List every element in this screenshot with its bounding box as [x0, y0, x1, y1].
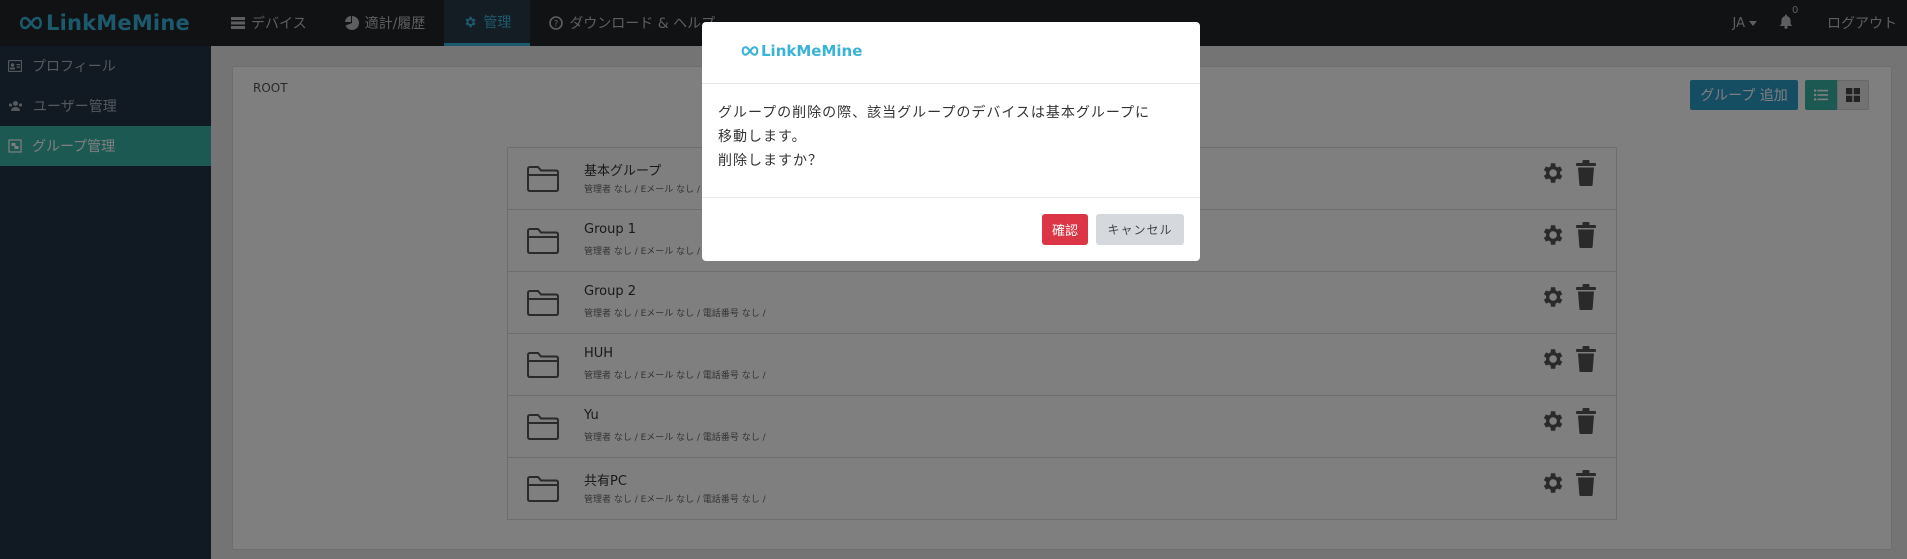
dialog-message-line: グループの削除の際、該当グループのデバイスは基本グループに: [718, 105, 1151, 121]
dialog-message-line: 削除しますか？: [718, 153, 823, 169]
dialog-message-line: 移動します。: [718, 129, 807, 145]
dialog-body: グループの削除の際、該当グループのデバイスは基本グループに 移動します。 削除し…: [702, 84, 1200, 198]
delete-group-confirm-dialog: LinkMeMine グループの削除の際、該当グループのデバイスは基本グループに…: [702, 22, 1200, 261]
infinity-logo-icon: [741, 46, 759, 56]
cancel-button[interactable]: キャンセル: [1096, 214, 1184, 245]
dialog-logo: LinkMeMine: [740, 42, 862, 60]
dialog-logo-text: LinkMeMine: [761, 42, 863, 60]
dialog-footer: 確認 キャンセル: [702, 198, 1200, 260]
confirm-button[interactable]: 確認: [1042, 214, 1088, 245]
dialog-header: LinkMeMine: [702, 22, 1200, 84]
